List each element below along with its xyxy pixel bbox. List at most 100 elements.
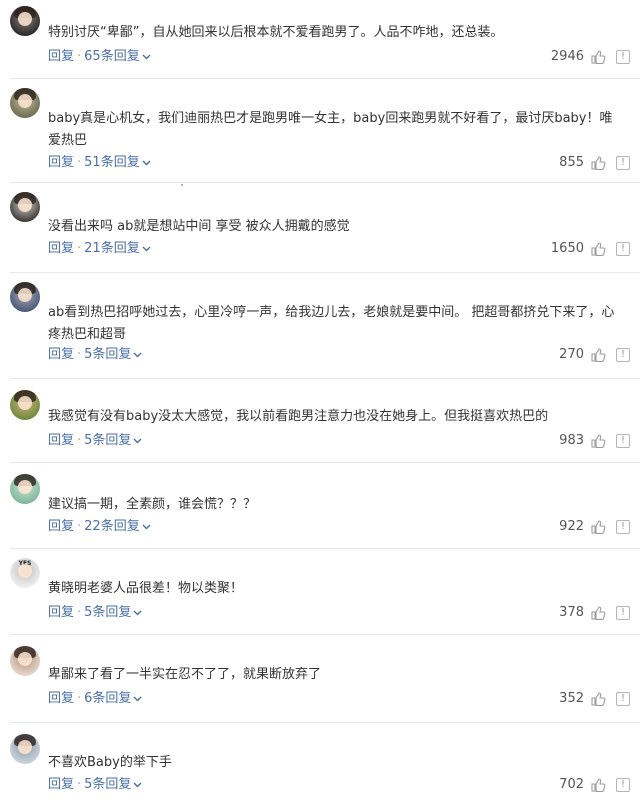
report-icon[interactable]: ! bbox=[616, 778, 630, 792]
reply-link[interactable]: 回复 bbox=[48, 519, 74, 534]
avatar[interactable]: YES bbox=[10, 558, 40, 588]
separator-dot: · bbox=[77, 155, 82, 170]
view-replies-link[interactable]: 5条回复 bbox=[84, 433, 131, 448]
comment-actions: 回复 · 5条回复 bbox=[48, 776, 142, 794]
avatar-face bbox=[18, 288, 32, 302]
view-replies-link[interactable]: 22条回复 bbox=[84, 519, 140, 534]
comment-divider bbox=[10, 548, 640, 549]
like-count: 352 bbox=[559, 691, 584, 706]
report-icon[interactable]: ! bbox=[616, 50, 630, 64]
avatar-face bbox=[18, 396, 32, 410]
avatar[interactable] bbox=[10, 646, 40, 676]
avatar[interactable] bbox=[10, 282, 40, 312]
comment-divider bbox=[10, 462, 640, 463]
view-replies-link[interactable]: 21条回复 bbox=[84, 241, 140, 256]
comment-text: 不喜欢Baby的举下手 bbox=[48, 755, 172, 770]
chevron-down-icon[interactable] bbox=[133, 694, 142, 705]
separator-dot: · bbox=[77, 241, 82, 256]
chevron-down-icon[interactable] bbox=[133, 780, 142, 791]
thumbs-up-icon[interactable] bbox=[590, 605, 606, 621]
avatar[interactable] bbox=[10, 734, 40, 764]
separator-dot: · bbox=[77, 691, 82, 706]
chevron-down-icon[interactable] bbox=[142, 158, 151, 169]
thumbs-up-icon[interactable] bbox=[590, 49, 606, 65]
separator-dot: · bbox=[77, 605, 82, 620]
chevron-down-icon[interactable] bbox=[133, 436, 142, 447]
avatar[interactable] bbox=[10, 474, 40, 504]
report-icon[interactable]: ! bbox=[616, 520, 630, 534]
comment-text: 没看出来吗 ab就是想站中间 享受 被众人拥戴的感觉 bbox=[48, 219, 350, 234]
view-replies-link[interactable]: 51条回复 bbox=[84, 155, 140, 170]
comment-text: 我感觉有没有baby没太大感觉，我以前看跑男注意力也没在她身上。但我挺喜欢热巴的 bbox=[48, 409, 549, 424]
avatar[interactable] bbox=[10, 192, 40, 222]
comment-actions: 回复 · 5条回复 bbox=[48, 604, 142, 622]
comment-text: 特别讨厌“卑鄙”，自从她回来以后根本就不爱看跑男了。人品不咋地，还总装。 bbox=[48, 25, 504, 40]
avatar[interactable] bbox=[10, 390, 40, 420]
avatar-face bbox=[18, 94, 32, 108]
comment-divider bbox=[10, 722, 640, 723]
comment-divider bbox=[10, 272, 640, 273]
view-replies-link[interactable]: 6条回复 bbox=[84, 691, 131, 706]
comment-actions: 回复 · 5条回复 bbox=[48, 432, 142, 450]
thumbs-up-icon[interactable] bbox=[590, 347, 606, 363]
reply-link[interactable]: 回复 bbox=[48, 347, 74, 362]
separator-dot: · bbox=[77, 433, 82, 448]
thumbs-up-icon[interactable] bbox=[590, 241, 606, 257]
view-replies-link[interactable]: 5条回复 bbox=[84, 777, 131, 792]
comment-text: 黄晓明老婆人品很差！物以类聚！ bbox=[48, 581, 244, 596]
view-replies-link[interactable]: 65条回复 bbox=[84, 49, 140, 64]
thumbs-up-icon[interactable] bbox=[590, 433, 606, 449]
report-icon[interactable]: ! bbox=[616, 606, 630, 620]
report-icon[interactable]: ! bbox=[616, 692, 630, 706]
report-icon[interactable]: ! bbox=[616, 434, 630, 448]
chevron-down-icon[interactable] bbox=[133, 350, 142, 361]
separator-dot: · bbox=[77, 49, 82, 64]
thumbs-up-icon[interactable] bbox=[590, 519, 606, 535]
thumbs-up-icon[interactable] bbox=[590, 777, 606, 793]
like-count: 702 bbox=[559, 777, 584, 792]
reply-link[interactable]: 回复 bbox=[48, 155, 74, 170]
reply-link[interactable]: 回复 bbox=[48, 691, 74, 706]
like-count: 922 bbox=[559, 519, 584, 534]
reply-link[interactable]: 回复 bbox=[48, 433, 74, 448]
separator-dot: · bbox=[77, 777, 82, 792]
avatar-face bbox=[18, 12, 32, 26]
comment-divider bbox=[10, 182, 640, 183]
thumbs-up-icon[interactable] bbox=[590, 691, 606, 707]
report-icon[interactable]: ! bbox=[616, 242, 630, 256]
avatar-face bbox=[18, 480, 32, 494]
report-icon[interactable]: ! bbox=[616, 156, 630, 170]
like-count: 855 bbox=[559, 155, 584, 170]
view-replies-link[interactable]: 5条回复 bbox=[84, 347, 131, 362]
reply-link[interactable]: 回复 bbox=[48, 605, 74, 620]
comment-text: 建议搞一期，全素颜，谁会慌？？？ bbox=[48, 497, 257, 512]
comment-divider bbox=[10, 378, 640, 379]
avatar[interactable] bbox=[10, 88, 40, 118]
chevron-down-icon[interactable] bbox=[142, 522, 151, 533]
avatar-face bbox=[18, 198, 32, 212]
stray-dot bbox=[181, 184, 183, 186]
separator-dot: · bbox=[77, 519, 82, 534]
view-replies-link[interactable]: 5条回复 bbox=[84, 605, 131, 620]
reply-link[interactable]: 回复 bbox=[48, 241, 74, 256]
comment-text: baby真是心机女，我们迪丽热巴才是跑男唯一女主，baby回来跑男就不好看了，最… bbox=[48, 111, 613, 148]
avatar-face bbox=[18, 652, 32, 666]
comment-actions: 回复 · 65条回复 bbox=[48, 48, 151, 66]
report-icon[interactable]: ! bbox=[616, 348, 630, 362]
reply-link[interactable]: 回复 bbox=[48, 777, 74, 792]
avatar[interactable] bbox=[10, 6, 40, 36]
comment-actions: 回复 · 6条回复 bbox=[48, 690, 142, 708]
like-count: 1650 bbox=[550, 241, 584, 256]
comment-actions: 回复 · 22条回复 bbox=[48, 518, 151, 536]
comment-text: ab看到热巴招呼她过去，心里冷哼一声，给我边儿去，老娘就是要中间。 把超哥都挤兑… bbox=[48, 305, 615, 342]
chevron-down-icon[interactable] bbox=[142, 244, 151, 255]
thumbs-up-icon[interactable] bbox=[590, 155, 606, 171]
comment-divider bbox=[10, 78, 640, 79]
reply-link[interactable]: 回复 bbox=[48, 49, 74, 64]
avatar-face bbox=[18, 564, 32, 578]
like-count: 2946 bbox=[550, 49, 584, 64]
chevron-down-icon[interactable] bbox=[142, 52, 151, 63]
comment-text: 卑鄙来了看了一半实在忍不了了，就果断放弃了 bbox=[48, 667, 322, 682]
like-count: 983 bbox=[559, 433, 584, 448]
chevron-down-icon[interactable] bbox=[133, 608, 142, 619]
